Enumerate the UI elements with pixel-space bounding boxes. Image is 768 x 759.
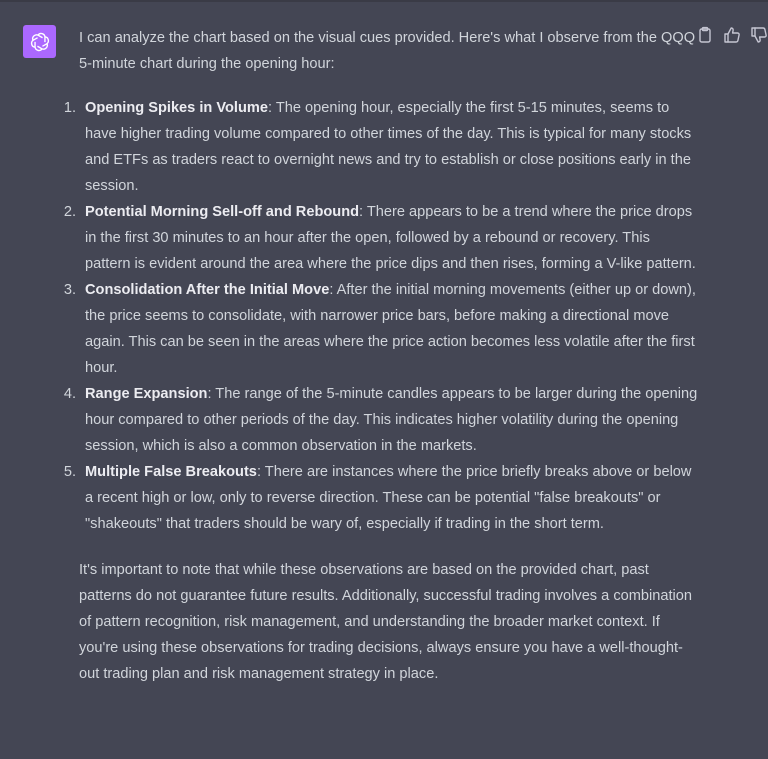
list-item-title: Multiple False Breakouts xyxy=(85,464,257,480)
list-item-title: Range Expansion xyxy=(85,386,208,402)
thumbs-up-icon[interactable] xyxy=(723,26,741,44)
list-number: 2. xyxy=(63,204,76,220)
list-item: 1. Opening Spikes in Volume: The opening … xyxy=(64,95,699,199)
list-item: 5. Multiple False Breakouts: There are in… xyxy=(64,459,699,537)
list-item: 4. Range Expansion: The range of the 5-mi… xyxy=(64,381,699,459)
list-number: 5. xyxy=(63,464,76,480)
assistant-message: I can analyze the chart based on the vis… xyxy=(64,25,699,687)
list-number: 4. xyxy=(63,386,76,402)
list-number: 3. xyxy=(63,282,76,298)
thumbs-down-icon[interactable] xyxy=(750,26,768,44)
list-item-title: Opening Spikes in Volume xyxy=(85,100,268,116)
message-closing: It's important to note that while these … xyxy=(79,562,693,682)
message-actions xyxy=(696,26,768,44)
message-intro: I can analyze the chart based on the vis… xyxy=(79,30,696,72)
assistant-avatar xyxy=(23,25,56,58)
top-divider xyxy=(0,0,768,2)
list-item-title: Potential Morning Sell-off and Rebound xyxy=(85,204,360,220)
list-item-title: Consolidation After the Initial Move xyxy=(85,282,330,298)
observation-list: 1. Opening Spikes in Volume: The opening … xyxy=(64,95,699,537)
list-item: 3. Consolidation After the Initial Move: … xyxy=(64,277,699,381)
list-number: 1. xyxy=(63,100,76,116)
openai-logo-icon xyxy=(30,32,49,51)
list-item: 2. Potential Morning Sell-off and Rebound… xyxy=(64,199,699,277)
